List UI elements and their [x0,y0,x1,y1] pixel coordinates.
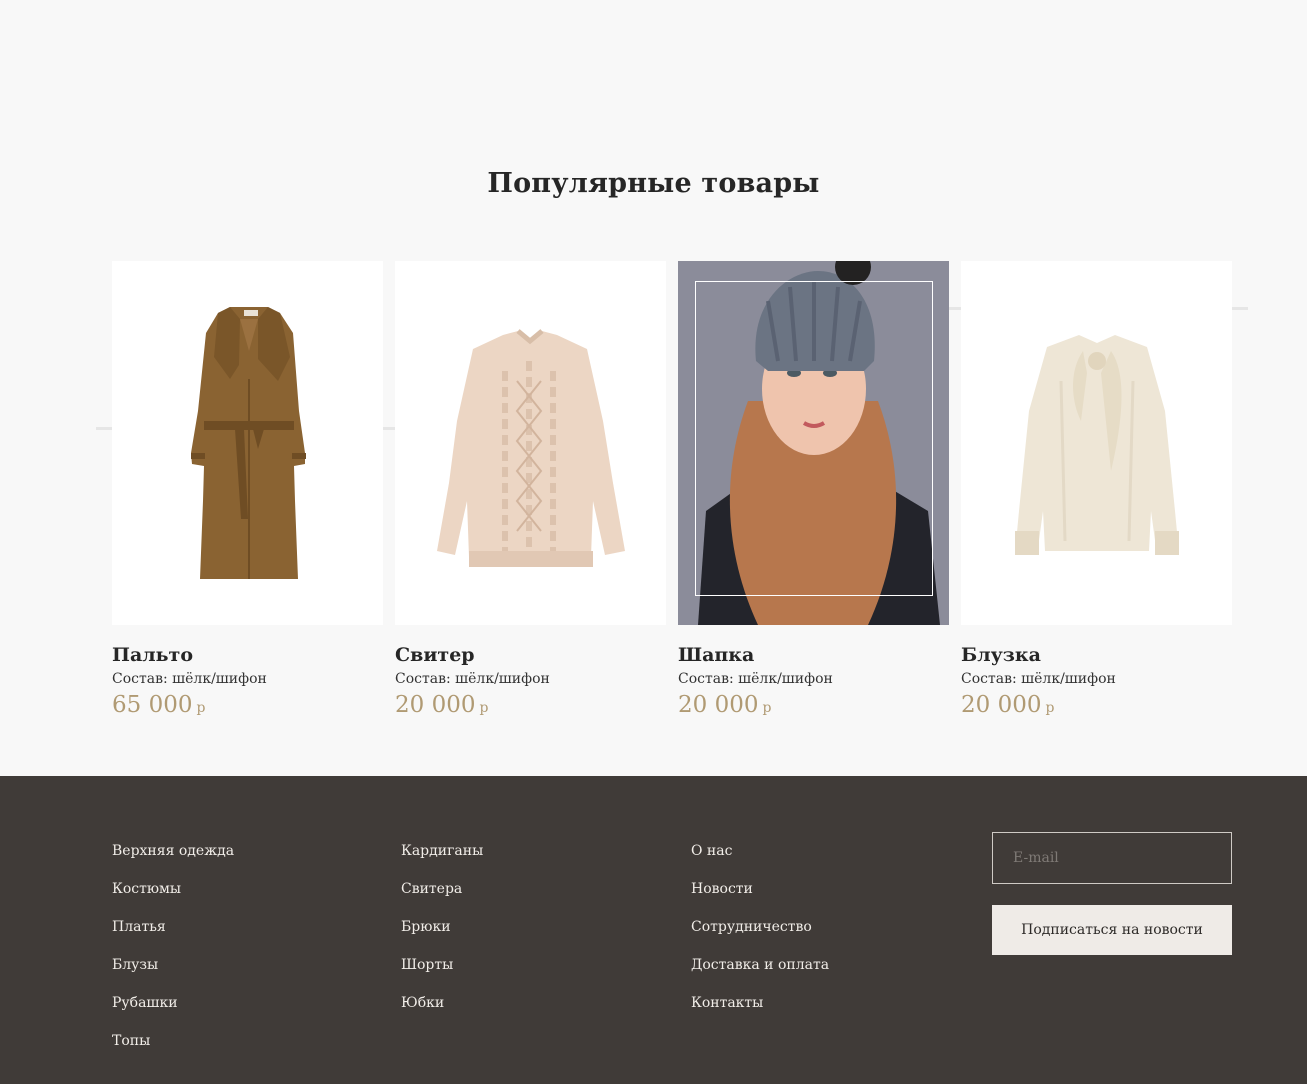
product-composition: Состав: шёлк/шифон [112,671,267,687]
footer-column-products: Кардиганы Свитера Брюки Шорты Юбки [401,842,483,1032]
footer-link[interactable]: Верхняя одежда [112,842,234,880]
footer: Верхняя одежда Костюмы Платья Блузы Руба… [0,776,1307,1084]
product-composition: Состав: шёлк/шифон [961,671,1116,687]
product-composition: Состав: шёлк/шифон [395,671,550,687]
image-hover-frame [695,281,933,596]
footer-column-categories: Верхняя одежда Костюмы Платья Блузы Руба… [112,842,234,1070]
section-title: Популярные товары [487,168,820,199]
currency-label: р [196,700,206,716]
product-price: 20 000 р [395,691,666,719]
footer-link[interactable]: Рубашки [112,994,234,1032]
footer-link[interactable]: Платья [112,918,234,956]
product-image[interactable] [961,261,1232,625]
price-value: 65 000 [112,692,193,718]
product-price: 65 000 р [112,691,383,719]
footer-link[interactable]: Костюмы [112,880,234,918]
product-name[interactable]: Пальто [112,643,383,667]
product-name[interactable]: Шапка [678,643,949,667]
product-card-blouse[interactable]: Блузка Состав: шёлк/шифон 20 000 р [961,261,1232,719]
footer-link[interactable]: О нас [691,842,829,880]
product-name[interactable]: Свитер [395,643,666,667]
footer-link[interactable]: Кардиганы [401,842,483,880]
currency-label: р [479,700,489,716]
footer-link[interactable]: Шорты [401,956,483,994]
product-price: 20 000 р [961,691,1232,719]
product-card-hat[interactable]: Шапка Состав: шёлк/шифон 20 000 р [678,261,949,719]
product-card-sweater[interactable]: Свитер Состав: шёлк/шифон 20 000 р [395,261,666,719]
footer-column-info: О нас Новости Сотрудничество Доставка и … [691,842,829,1032]
footer-link[interactable]: Доставка и оплата [691,956,829,994]
subscribe-button[interactable]: Подписаться на новости [992,905,1232,955]
footer-link[interactable]: Новости [691,880,829,918]
footer-link[interactable]: Сотрудничество [691,918,829,956]
footer-link[interactable]: Топы [112,1032,234,1070]
blouse-image [1015,335,1179,555]
product-image[interactable] [678,261,949,625]
currency-label: р [762,700,772,716]
price-value: 20 000 [961,692,1042,718]
currency-label: р [1045,700,1055,716]
footer-link[interactable]: Брюки [401,918,483,956]
footer-link[interactable]: Юбки [401,994,483,1032]
product-image[interactable] [112,261,383,625]
sweater-image [437,329,625,567]
product-name[interactable]: Блузка [961,643,1232,667]
price-value: 20 000 [678,692,759,718]
coat-image [191,307,306,579]
footer-link[interactable]: Контакты [691,994,829,1032]
product-card-coat[interactable]: Пальто Состав: шёлк/шифон 65 000 р [112,261,383,719]
product-image[interactable] [395,261,666,625]
product-price: 20 000 р [678,691,949,719]
price-value: 20 000 [395,692,476,718]
footer-link[interactable]: Блузы [112,956,234,994]
product-composition: Состав: шёлк/шифон [678,671,833,687]
email-field[interactable] [992,832,1232,884]
footer-link[interactable]: Свитера [401,880,483,918]
